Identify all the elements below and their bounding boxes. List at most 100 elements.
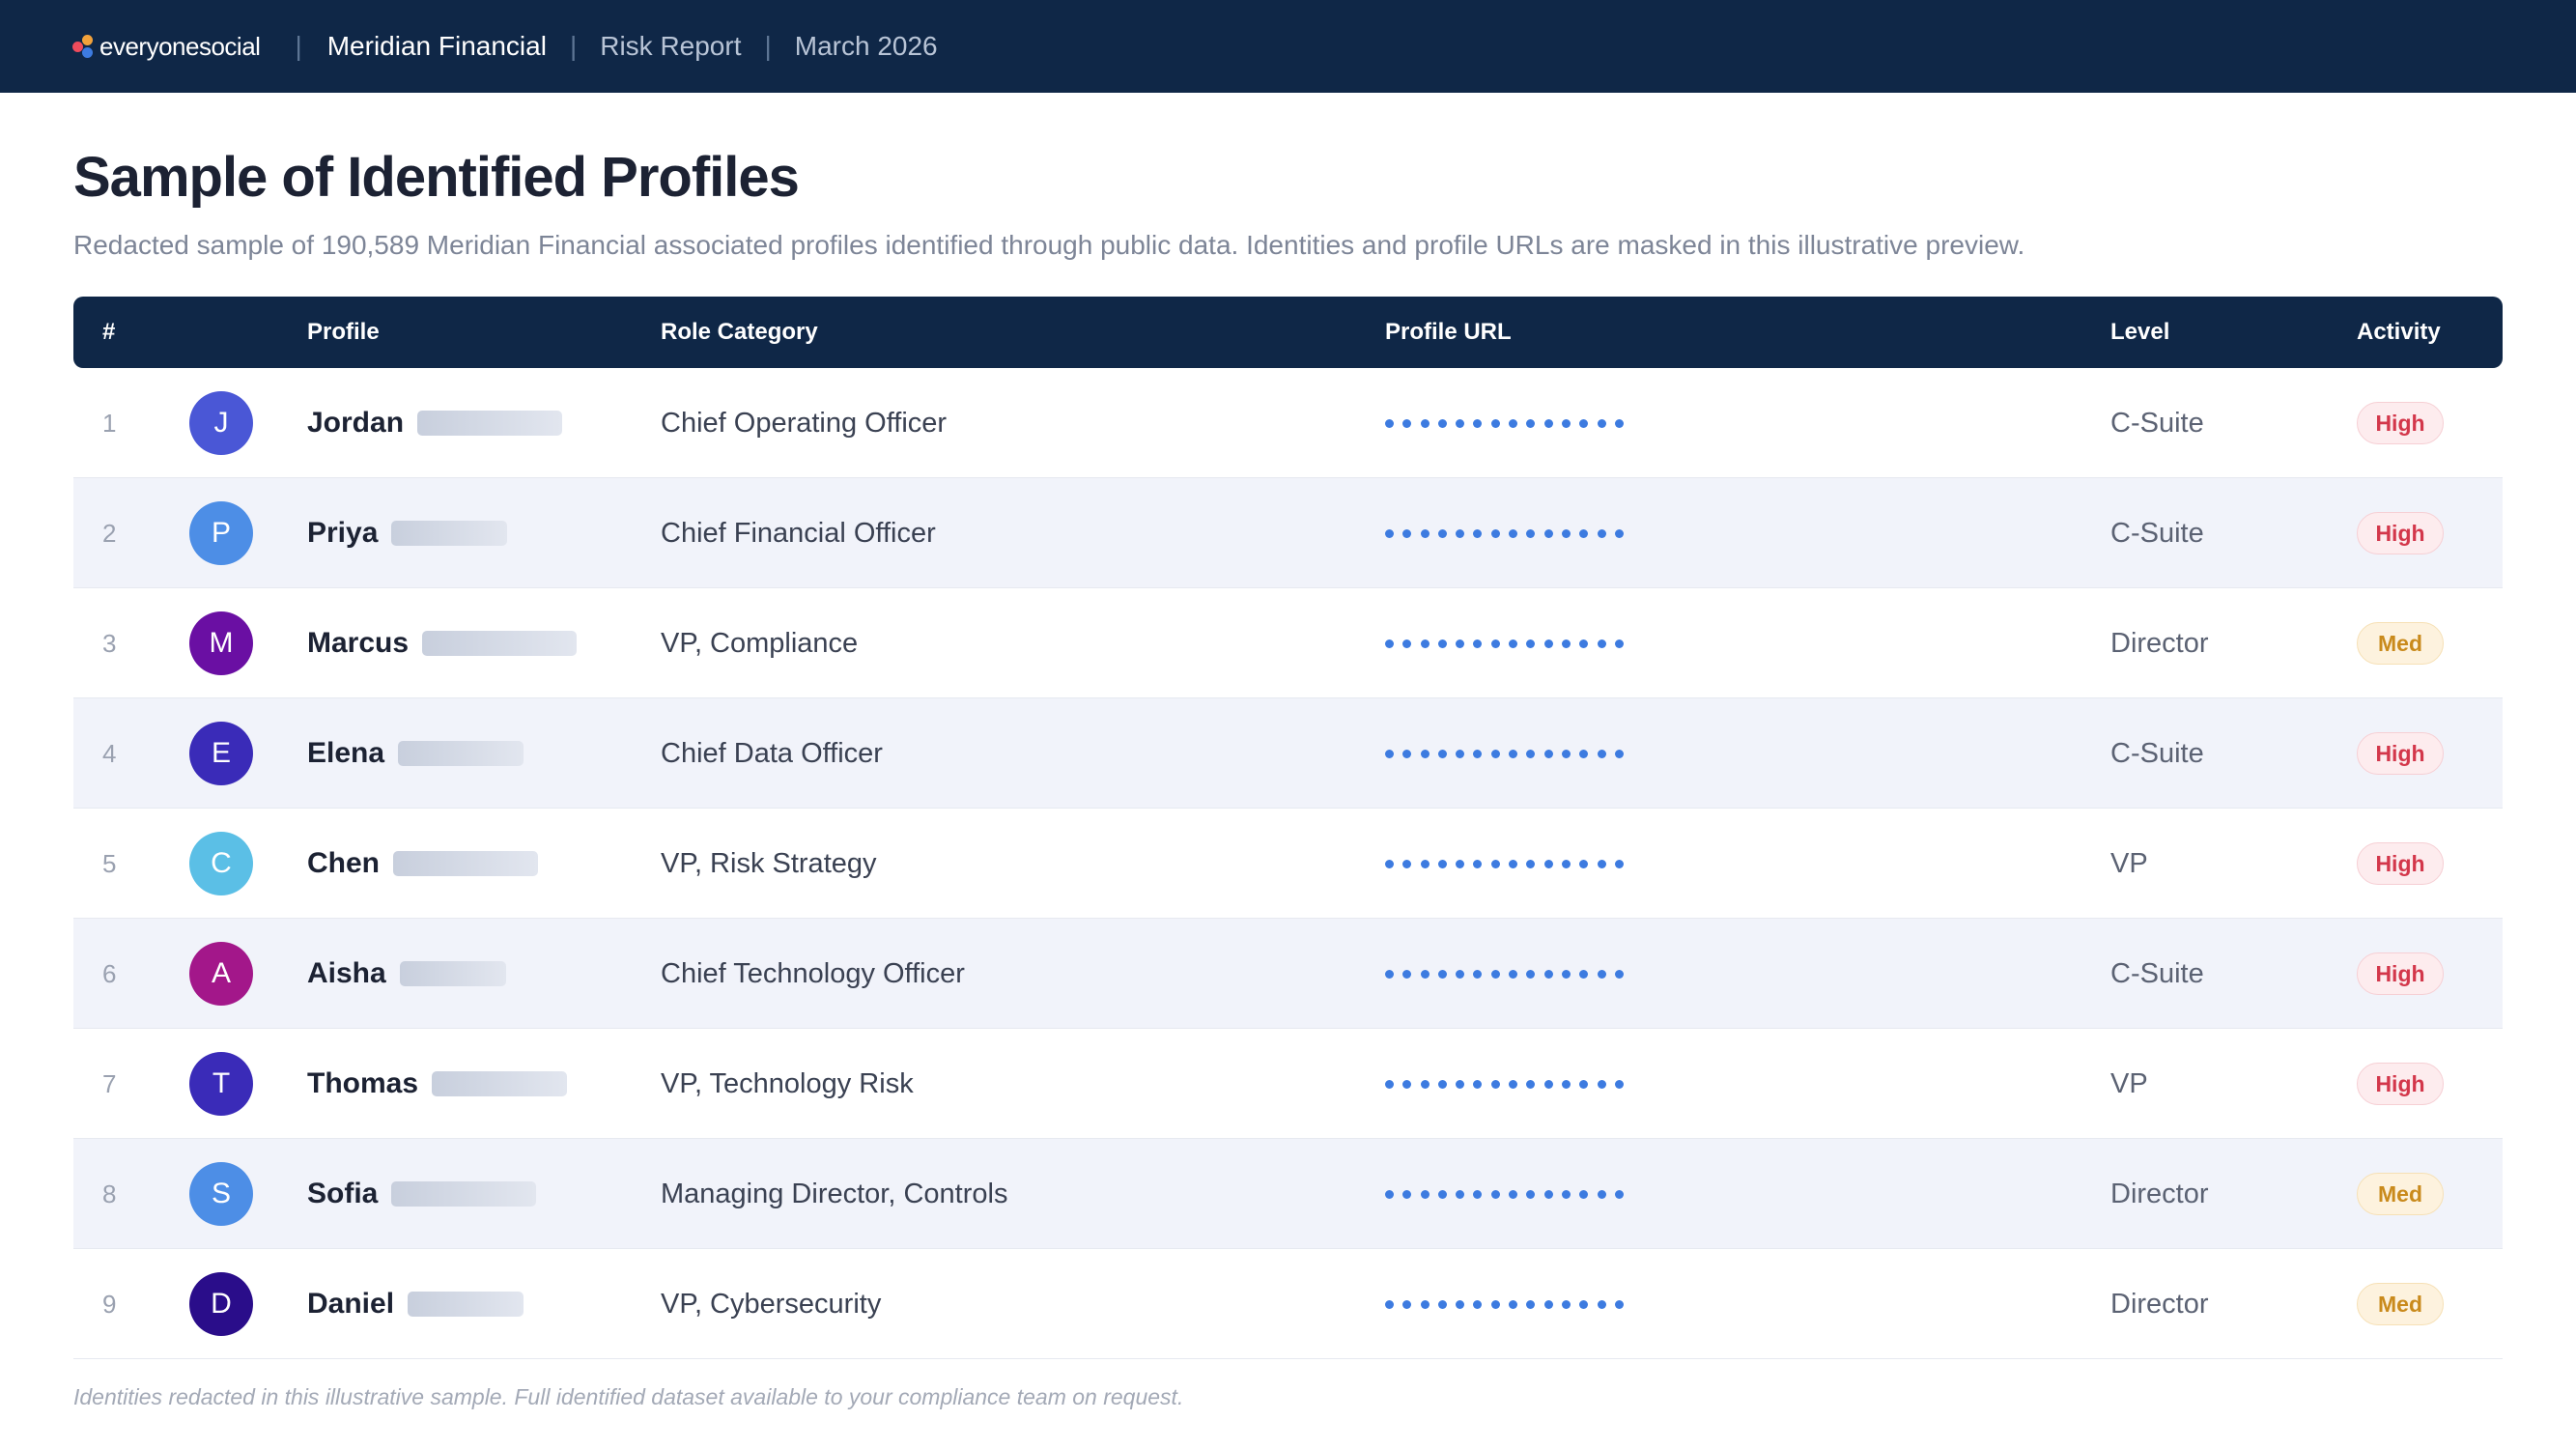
mask-dot [1456,969,1465,979]
mask-dot [1385,1189,1394,1199]
mask-dot [1526,418,1536,428]
role-category: Chief Financial Officer [661,517,936,549]
mask-dot [1473,749,1483,758]
mask-dot [1614,639,1624,648]
redacted-surname [422,631,578,656]
masked-profile-url[interactable] [1385,528,1632,538]
mask-dot [1473,639,1483,648]
mask-dot [1509,859,1518,868]
mask-dot [1385,528,1394,538]
avatar: S [189,1162,253,1226]
mask-dot [1526,969,1536,979]
column-header-activity[interactable]: Activity [2357,297,2441,368]
profile-name[interactable]: Aisha [307,957,386,990]
table-row[interactable]: 2 P Priya Chief Financial Officer C-Suit… [73,478,2503,588]
role-category: Managing Director, Controls [661,1178,1008,1209]
mask-dot [1543,639,1553,648]
mask-dot [1402,528,1412,538]
mask-dot [1473,528,1483,538]
masked-profile-url[interactable] [1385,418,1632,428]
mask-dot [1614,859,1624,868]
mask-dot [1437,1189,1447,1199]
profile-name[interactable]: Chen [307,847,380,880]
mask-dot [1420,528,1430,538]
mask-dot [1543,1299,1553,1309]
masked-profile-url[interactable] [1385,639,1632,648]
level: VP [2110,847,2148,879]
activity-badge: High [2357,842,2444,885]
profile-name[interactable]: Daniel [307,1288,394,1321]
page-subtitle: Redacted sample of 190,589 Meridian Fina… [73,230,2025,260]
brand-logo[interactable]: everyonesocial [72,31,261,62]
mask-dot [1561,1299,1571,1309]
mask-dot [1597,418,1606,428]
top-bar: everyonesocial | Meridian Financial | Ri… [0,0,2576,93]
avatar: C [189,832,253,895]
brand-name: everyonesocial [99,31,261,61]
mask-dot [1526,639,1536,648]
masked-profile-url[interactable] [1385,749,1632,758]
mask-dot [1579,1079,1589,1089]
table-row[interactable]: 5 C Chen VP, Risk Strategy VP High [73,809,2503,919]
mask-dot [1490,969,1500,979]
column-header-level[interactable]: Level [2110,297,2169,368]
mask-dot [1597,528,1606,538]
column-header-role[interactable]: Role Category [661,297,818,368]
role-category: VP, Technology Risk [661,1067,914,1099]
table-row[interactable]: 1 J Jordan Chief Operating Officer C-Sui… [73,368,2503,478]
mask-dot [1490,859,1500,868]
mask-dot [1402,418,1412,428]
activity-badge: High [2357,732,2444,775]
profile-name[interactable]: Thomas [307,1067,418,1100]
mask-dot [1456,418,1465,428]
masked-profile-url[interactable] [1385,859,1632,868]
profile-name[interactable]: Sofia [307,1178,378,1210]
mask-dot [1509,418,1518,428]
masked-profile-url[interactable] [1385,1299,1632,1309]
table-row[interactable]: 3 M Marcus VP, Compliance Director Med [73,588,2503,698]
redacted-surname [408,1292,524,1317]
profile-name[interactable]: Elena [307,737,384,770]
mask-dot [1597,1189,1606,1199]
column-header-number[interactable]: # [102,297,115,368]
table-row[interactable]: 9 D Daniel VP, Cybersecurity Director Me… [73,1249,2503,1359]
profile-name[interactable]: Jordan [307,407,404,440]
profile-name[interactable]: Priya [307,517,378,550]
table-row[interactable]: 7 T Thomas VP, Technology Risk VP High [73,1029,2503,1139]
mask-dot [1490,749,1500,758]
mask-dot [1490,528,1500,538]
mask-dot [1509,749,1518,758]
masked-profile-url[interactable] [1385,1079,1632,1089]
column-header-profile[interactable]: Profile [307,297,380,368]
table-row[interactable]: 8 S Sofia Managing Director, Controls Di… [73,1139,2503,1249]
profile-name[interactable]: Marcus [307,627,409,660]
mask-dot [1420,859,1430,868]
mask-dot [1526,749,1536,758]
mask-dot [1473,418,1483,428]
mask-dot [1579,528,1589,538]
role-category: Chief Data Officer [661,737,883,769]
masked-profile-url[interactable] [1385,1189,1632,1199]
role-category: Chief Technology Officer [661,957,965,989]
breadcrumb-report[interactable]: Risk Report [600,31,741,62]
row-number: 1 [102,408,117,438]
mask-dot [1437,969,1447,979]
mask-dot [1402,969,1412,979]
redacted-surname [399,961,506,986]
table-row[interactable]: 4 E Elena Chief Data Officer C-Suite Hig… [73,698,2503,809]
mask-dot [1561,1079,1571,1089]
mask-dot [1456,1079,1465,1089]
redacted-surname [391,1181,537,1207]
breadcrumb-date: March 2026 [794,31,938,61]
table-body: 1 J Jordan Chief Operating Officer C-Sui… [73,368,2503,1359]
table-row[interactable]: 6 A Aisha Chief Technology Officer C-Sui… [73,919,2503,1029]
profiles-table: # Profile Role Category Profile URL Leve… [73,297,2503,1359]
mask-dot [1614,969,1624,979]
mask-dot [1509,639,1518,648]
column-header-url[interactable]: Profile URL [1385,297,1512,368]
mask-dot [1473,969,1483,979]
mask-dot [1614,1189,1624,1199]
masked-profile-url[interactable] [1385,969,1632,979]
mask-dot [1402,1189,1412,1199]
breadcrumb-company[interactable]: Meridian Financial [327,31,547,62]
